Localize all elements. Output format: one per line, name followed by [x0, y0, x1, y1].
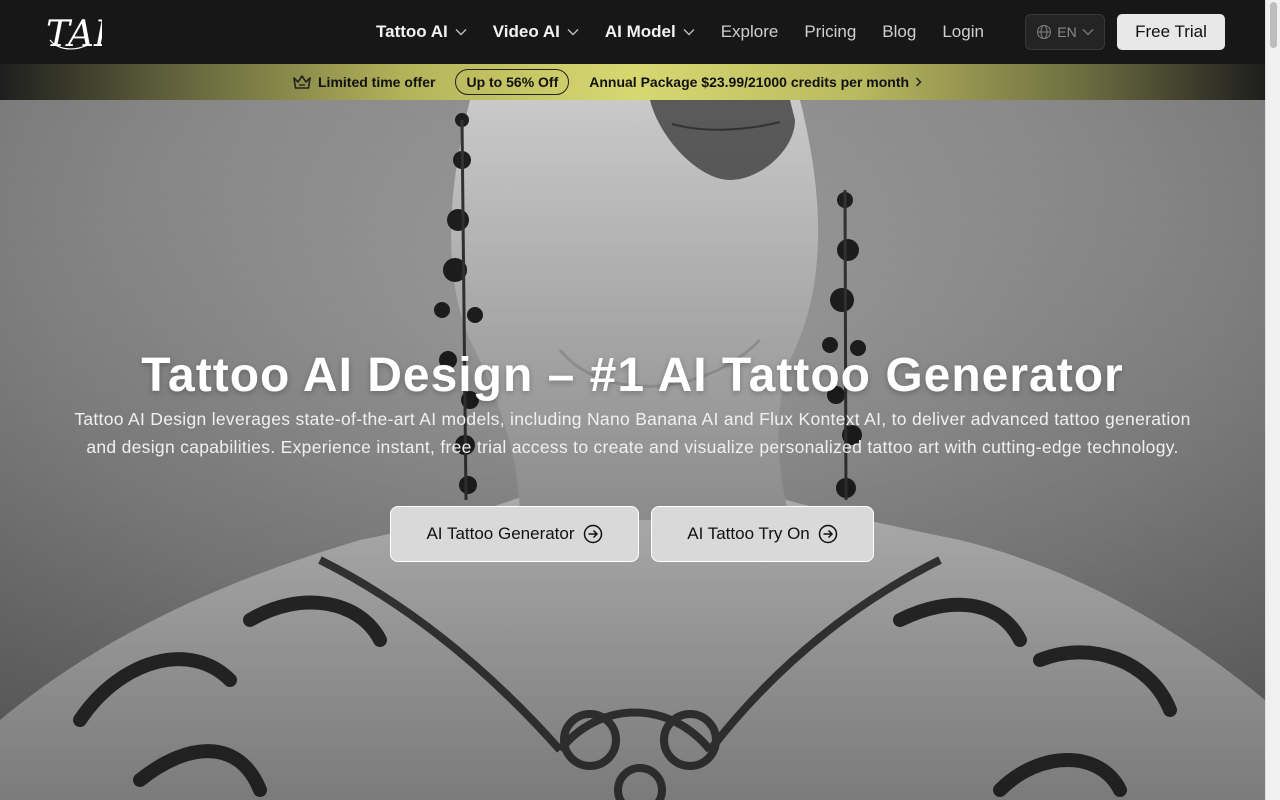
- arrow-right-circle-icon: [583, 524, 602, 544]
- nav-pricing[interactable]: Pricing: [804, 22, 856, 42]
- limited-offer-text: Limited time offer: [318, 74, 436, 90]
- nav-pricing-label: Pricing: [804, 22, 857, 41]
- annual-package-link[interactable]: Annual Package $23.99/21000 credits per …: [589, 74, 922, 90]
- site-logo[interactable]: TAI: [44, 10, 102, 54]
- nav-explore[interactable]: Explore: [721, 22, 779, 42]
- chevron-down-icon: [1082, 29, 1094, 36]
- nav-explore-label: Explore: [720, 22, 779, 41]
- hero-description: Tattoo AI Design leverages state-of-the-…: [74, 409, 1191, 457]
- nav-blog[interactable]: Blog: [882, 22, 916, 42]
- page-scrollbar[interactable]: [1265, 0, 1280, 800]
- hero-title: Tattoo AI Design – #1 AI Tattoo Generato…: [141, 349, 1124, 402]
- nav-tattoo-ai-label: Tattoo AI: [376, 22, 448, 41]
- discount-badge: Up to 56% Off: [455, 69, 570, 95]
- globe-icon: [1037, 24, 1052, 40]
- nav-tattoo-ai[interactable]: Tattoo AI: [376, 22, 467, 42]
- arrow-right-circle-icon: [818, 524, 838, 544]
- nav-blog-label: Blog: [882, 22, 917, 41]
- nav-video-ai[interactable]: Video AI: [493, 22, 579, 42]
- free-trial-button[interactable]: Free Trial: [1117, 14, 1225, 50]
- scrollbar-thumb[interactable]: [1270, 2, 1277, 48]
- nav-login-label: Login: [942, 22, 984, 41]
- nav-login[interactable]: Login: [942, 22, 984, 42]
- hero-section: Tattoo AI Design – #1 AI Tattoo Generato…: [0, 100, 1265, 800]
- chevron-down-icon: [567, 29, 579, 36]
- nav-ai-model-label: AI Model: [604, 22, 676, 41]
- promo-banner[interactable]: Limited time offer Up to 56% Off Annual …: [0, 64, 1265, 100]
- annual-package-text: Annual Package $23.99/21000 credits per …: [589, 74, 910, 90]
- chevron-down-icon: [683, 29, 695, 36]
- top-navbar: TAI Tattoo AI Video AI AI Model Explore …: [0, 0, 1265, 64]
- chevron-right-icon: [916, 77, 922, 87]
- main-nav: Tattoo AI Video AI AI Model Explore Pric…: [376, 0, 1010, 64]
- chevron-down-icon: [455, 29, 467, 36]
- try-on-button-label: AI Tattoo Try On: [687, 524, 810, 543]
- language-selector[interactable]: EN: [1025, 14, 1105, 50]
- crown-icon: [293, 75, 311, 89]
- ai-tattoo-try-on-button[interactable]: AI Tattoo Try On: [651, 506, 874, 562]
- generator-button-label: AI Tattoo Generator: [426, 524, 575, 543]
- nav-ai-model[interactable]: AI Model: [605, 22, 695, 42]
- nav-video-ai-label: Video AI: [492, 22, 560, 41]
- ai-tattoo-generator-button[interactable]: AI Tattoo Generator: [390, 506, 639, 562]
- svg-text:TAI: TAI: [46, 14, 102, 54]
- language-label: EN: [1057, 24, 1077, 40]
